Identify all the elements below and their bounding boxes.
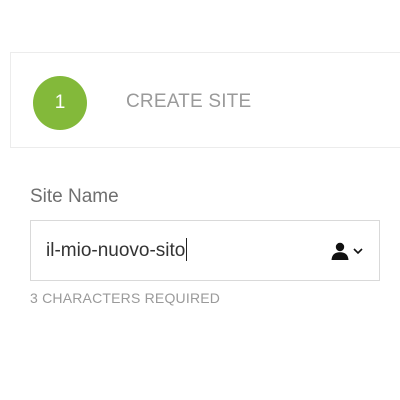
chevron-down-icon <box>353 248 363 255</box>
text-caret <box>186 238 188 261</box>
step-header: 1 CREATE SITE <box>10 52 400 148</box>
step-number-badge: 1 <box>33 76 87 130</box>
owner-dropdown[interactable] <box>330 240 364 262</box>
site-name-input[interactable]: il-mio-nuovo-sito <box>30 220 380 281</box>
create-site-page: 1 CREATE SITE Site Name il-mio-nuovo-sit… <box>0 0 400 400</box>
site-name-label: Site Name <box>30 186 119 207</box>
step-title: CREATE SITE <box>126 91 252 112</box>
site-name-value[interactable]: il-mio-nuovo-sito <box>46 240 185 261</box>
site-name-value-wrapper[interactable]: il-mio-nuovo-sito <box>46 238 188 262</box>
site-name-hint: 3 CHARACTERS REQUIRED <box>30 290 221 306</box>
user-icon <box>331 242 349 260</box>
